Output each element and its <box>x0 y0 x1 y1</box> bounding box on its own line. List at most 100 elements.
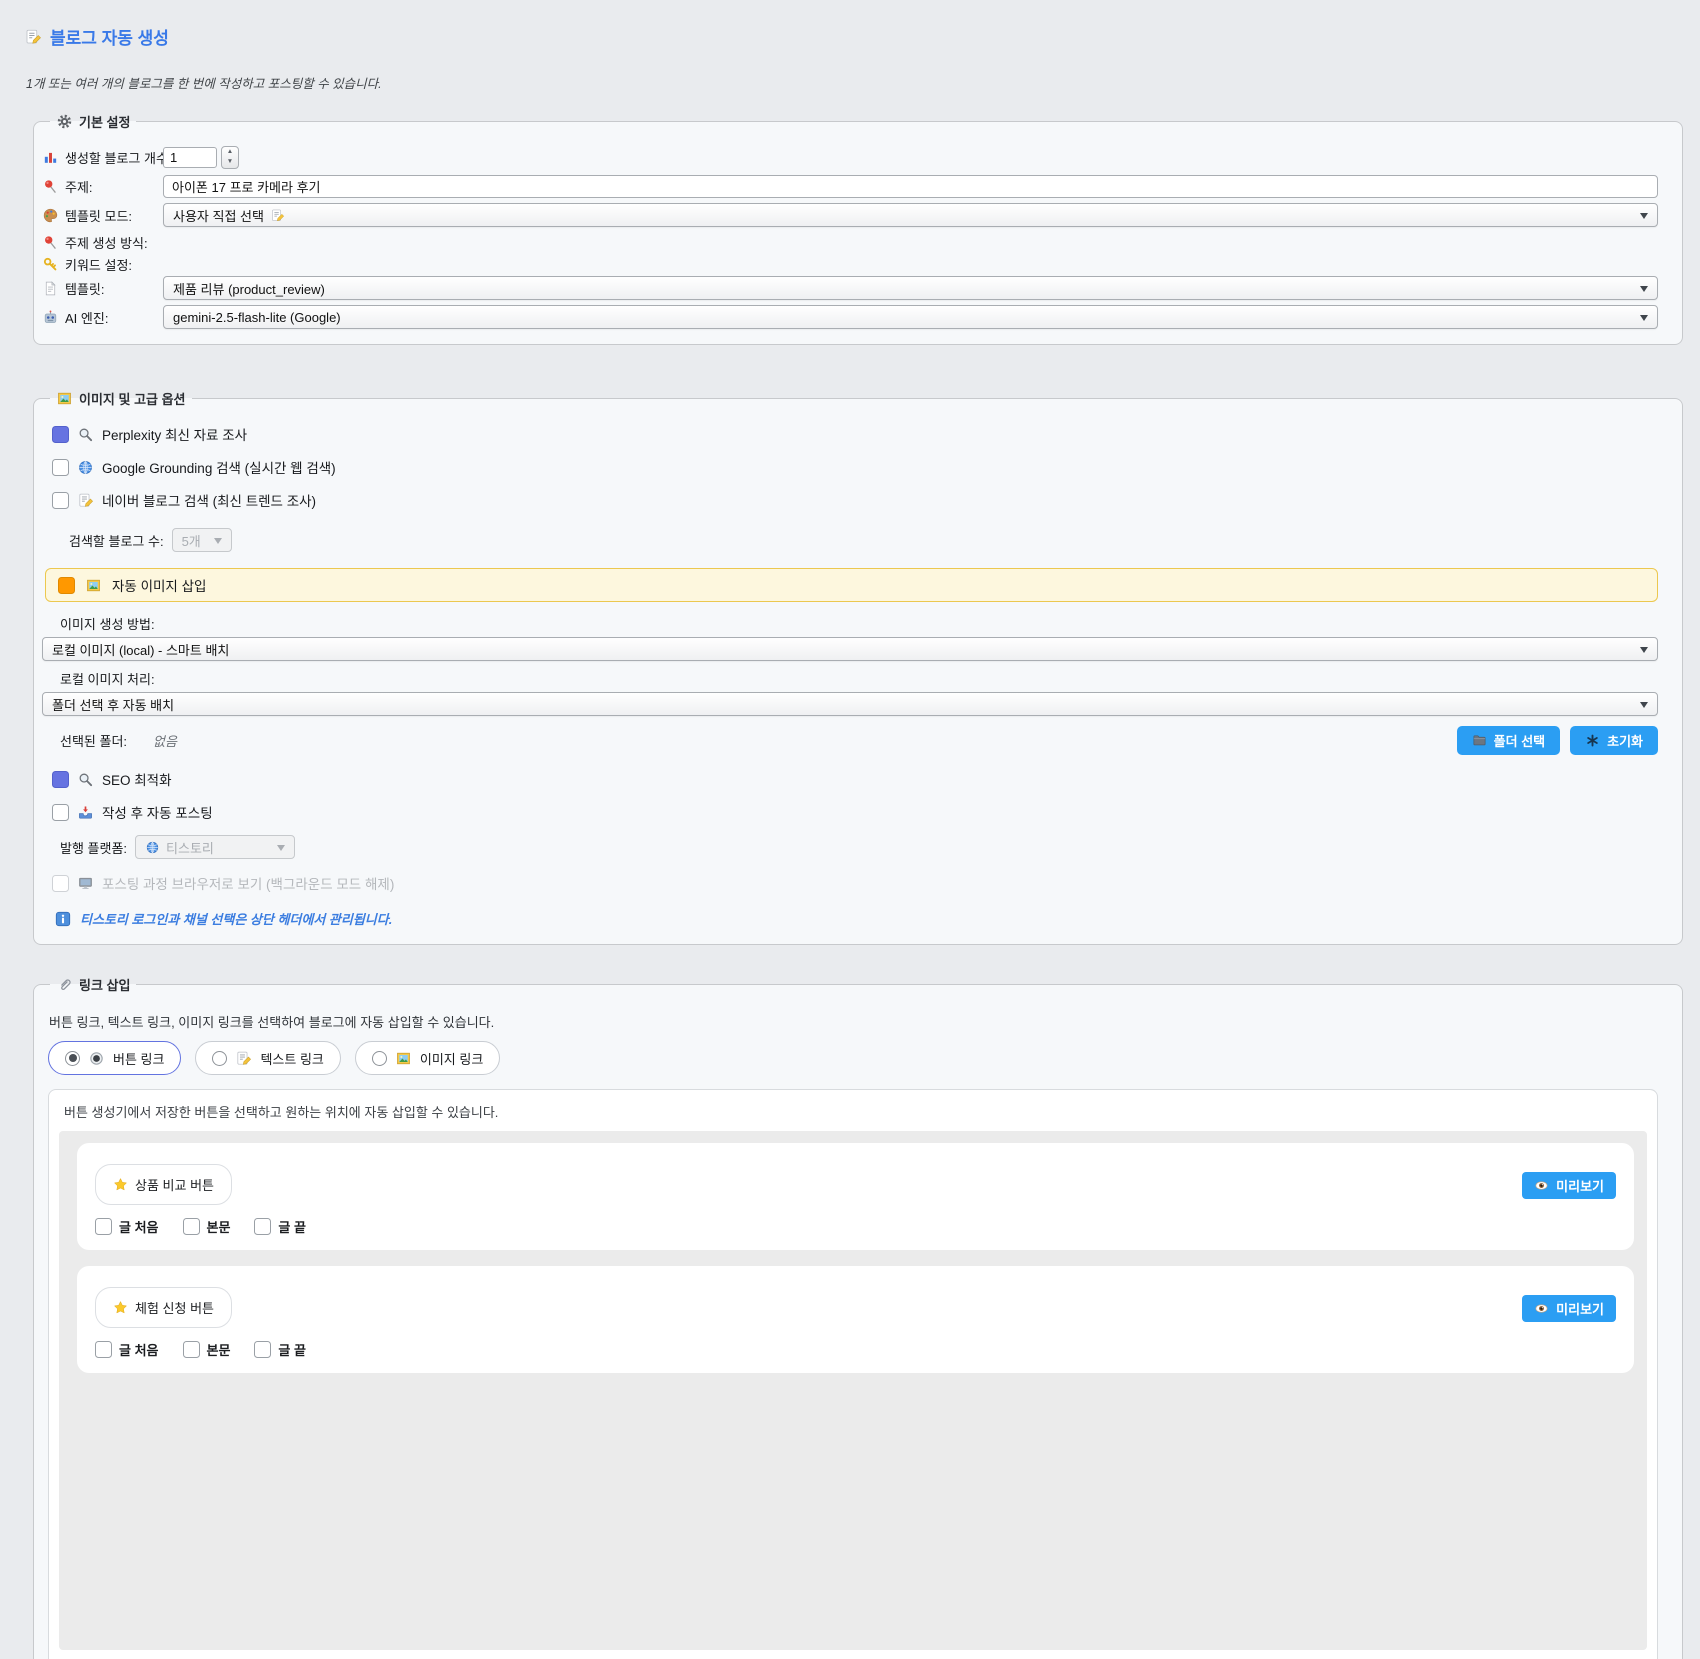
memo-icon <box>24 28 42 46</box>
tistory-info-text: 티스토리 로그인과 채널 선택은 상단 헤더에서 관리됩니다. <box>80 909 392 928</box>
saved-button-chip[interactable]: 체험 신청 버튼 <box>95 1287 232 1328</box>
reset-button[interactable]: 초기화 <box>1570 726 1658 755</box>
perplexity-checkbox[interactable] <box>52 426 69 443</box>
ai-engine-select[interactable]: gemini-2.5-flash-lite (Google) <box>163 305 1658 329</box>
stepper-up-icon[interactable]: ▲ <box>227 147 233 157</box>
auto-post-row: 작성 후 자동 포스팅 <box>52 802 1658 822</box>
basic-settings-legend: 기본 설정 <box>50 112 136 131</box>
google-grounding-checkbox[interactable] <box>52 459 69 476</box>
ai-engine-select-value: gemini-2.5-flash-lite (Google) <box>173 310 1634 325</box>
template-select[interactable]: 제품 리뷰 (product_review) <box>163 276 1658 300</box>
tab-button-link[interactable]: 버튼 링크 <box>48 1041 181 1075</box>
chevron-down-icon <box>277 845 285 855</box>
keyword-row: 키워드 설정: <box>42 254 1658 274</box>
chevron-down-icon <box>1640 286 1648 296</box>
selected-folder-value: 없음 <box>153 731 177 750</box>
browser-view-checkbox[interactable] <box>52 875 69 892</box>
local-processing-value: 폴더 선택 후 자동 배치 <box>52 695 1634 714</box>
template-row: 템플릿: 제품 리뷰 (product_review) <box>42 276 1658 300</box>
folder-icon <box>1472 733 1487 748</box>
browser-view-label: 포스팅 과정 브라우저로 보기 (백그라운드 모드 해제) <box>102 873 394 893</box>
platform-select-value: 티스토리 <box>145 838 271 857</box>
image-method-select[interactable]: 로컬 이미지 (local) - 스마트 배치 <box>42 637 1658 661</box>
preview-button[interactable]: 미리보기 <box>1522 1172 1616 1199</box>
position-option-start: 글 처음 <box>95 1340 159 1359</box>
auto-post-checkbox[interactable] <box>52 804 69 821</box>
monitor-icon <box>77 875 94 892</box>
paperclip-icon <box>56 976 73 993</box>
star-icon <box>113 1300 128 1315</box>
image-method-label: 이미지 생성 방법: <box>60 614 1658 633</box>
chevron-down-icon <box>1640 213 1648 223</box>
blog-auto-generation-page: 블로그 자동 생성 1개 또는 여러 개의 블로그를 한 번에 작성하고 포스팅… <box>0 0 1700 1659</box>
position-option-end: 글 끝 <box>254 1340 306 1359</box>
local-processing-row: 폴더 선택 후 자동 배치 <box>42 692 1658 716</box>
position-option-start: 글 처음 <box>95 1217 159 1236</box>
button-link-panel: 버튼 생성기에서 저장한 버튼을 선택하고 원하는 위치에 자동 삽입할 수 있… <box>48 1089 1658 1659</box>
position-option-body: 본문 <box>183 1340 231 1359</box>
chevron-down-icon <box>1640 315 1648 325</box>
memo-icon <box>270 208 285 223</box>
position-start-checkbox[interactable] <box>95 1218 112 1235</box>
naver-search-label: 네이버 블로그 검색 (최신 트렌드 조사) <box>102 490 316 510</box>
topic-input[interactable] <box>163 175 1658 198</box>
tab-text-link[interactable]: 텍스트 링크 <box>195 1041 340 1075</box>
preview-button[interactable]: 미리보기 <box>1522 1295 1616 1322</box>
template-mode-label: 템플릿 모드: <box>42 206 163 225</box>
radio-icon <box>212 1051 227 1066</box>
position-end-checkbox[interactable] <box>254 1341 271 1358</box>
blog-count-input[interactable] <box>163 147 217 168</box>
image-method-row: 로컬 이미지 (local) - 스마트 배치 <box>42 637 1658 661</box>
image-method-value: 로컬 이미지 (local) - 스마트 배치 <box>52 640 1634 659</box>
image-advanced-options-section: 이미지 및 고급 옵션 Perplexity 최신 자료 조사 Google G… <box>33 389 1683 945</box>
template-label: 템플릿: <box>42 279 163 298</box>
page-header: 블로그 자동 생성 <box>24 24 1683 49</box>
seo-checkbox[interactable] <box>52 771 69 788</box>
chevron-down-icon <box>1640 647 1648 657</box>
search-blog-count-label: 검색할 블로그 수: <box>69 531 164 550</box>
template-select-value: 제품 리뷰 (product_review) <box>173 279 1634 298</box>
perplexity-row: Perplexity 최신 자료 조사 <box>52 424 1658 444</box>
local-processing-select[interactable]: 폴더 선택 후 자동 배치 <box>42 692 1658 716</box>
inbox-tray-icon <box>77 804 94 821</box>
search-blog-count-select[interactable]: 5개 <box>172 528 232 552</box>
position-end-checkbox[interactable] <box>254 1218 271 1235</box>
position-body-checkbox[interactable] <box>183 1218 200 1235</box>
position-body-checkbox[interactable] <box>183 1341 200 1358</box>
auto-image-label: 자동 이미지 삽입 <box>112 575 206 595</box>
picture-icon <box>56 390 73 407</box>
template-mode-select[interactable]: 사용자 직접 선택 <box>163 203 1658 227</box>
auto-image-checkbox[interactable] <box>58 577 75 594</box>
star-icon <box>113 1177 128 1192</box>
auto-image-highlight: 자동 이미지 삽입 <box>45 568 1658 602</box>
selected-folder-row: 선택된 폴더: 없음 폴더 선택 초기화 <box>60 726 1658 755</box>
template-mode-row: 템플릿 모드: 사용자 직접 선택 <box>42 203 1658 227</box>
position-option-end: 글 끝 <box>254 1217 306 1236</box>
radio-icon <box>65 1051 80 1066</box>
tab-image-link[interactable]: 이미지 링크 <box>355 1041 500 1075</box>
link-insert-section: 링크 삽입 버튼 링크, 텍스트 링크, 이미지 링크를 선택하여 블로그에 자… <box>33 975 1683 1659</box>
browser-view-row: 포스팅 과정 브라우저로 보기 (백그라운드 모드 해제) <box>52 873 1658 893</box>
saved-button-card: 체험 신청 버튼 미리보기 글 처음 본문 <box>77 1266 1634 1373</box>
chevron-down-icon <box>1640 702 1648 712</box>
position-options: 글 처음 본문 글 끝 <box>95 1340 1616 1359</box>
key-icon <box>42 256 59 273</box>
local-processing-label: 로컬 이미지 처리: <box>60 669 1658 688</box>
tistory-info-row: 티스토리 로그인과 채널 선택은 상단 헤더에서 관리됩니다. <box>54 909 1658 928</box>
platform-select[interactable]: 티스토리 <box>135 835 295 859</box>
basic-settings-section: 기본 설정 생성할 블로그 개수: ▲▼ 주제: 템플릿 모드: 사용자 직접 <box>33 112 1683 345</box>
blog-count-stepper[interactable]: ▲▼ <box>221 146 239 169</box>
pushpin-icon <box>42 234 59 251</box>
naver-search-checkbox[interactable] <box>52 492 69 509</box>
bar-chart-icon <box>42 149 59 166</box>
magnifier-icon <box>77 426 94 443</box>
stepper-down-icon[interactable]: ▼ <box>227 157 233 167</box>
google-grounding-row: Google Grounding 검색 (실시간 웹 검색) <box>52 457 1658 477</box>
memo-icon <box>235 1050 252 1067</box>
position-start-checkbox[interactable] <box>95 1341 112 1358</box>
gear-icon <box>56 113 73 130</box>
refresh-row: 저장된 버튼 새로고침 <box>59 1650 1647 1659</box>
saved-button-chip[interactable]: 상품 비교 버튼 <box>95 1164 232 1205</box>
folder-select-button[interactable]: 폴더 선택 <box>1457 726 1560 755</box>
ai-engine-row: AI 엔진: gemini-2.5-flash-lite (Google) <box>42 305 1658 329</box>
